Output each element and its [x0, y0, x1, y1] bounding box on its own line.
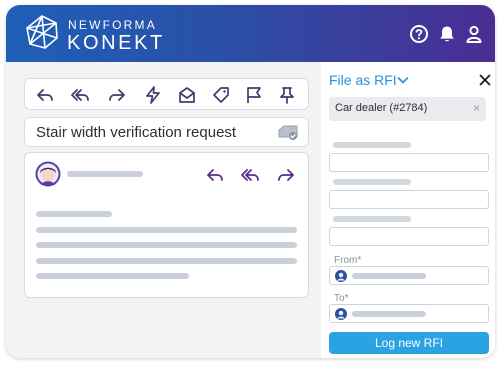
required-marker: * [357, 255, 362, 266]
project-chip-label: Car dealer (#2784) [335, 102, 428, 114]
reply-all-icon[interactable] [240, 166, 260, 184]
close-icon[interactable] [479, 74, 491, 86]
log-new-rfi-button[interactable]: Log new RFI [329, 332, 489, 354]
newforma-logo-icon [26, 15, 58, 49]
from-label-text: From [334, 255, 358, 266]
from-field[interactable] [329, 266, 489, 285]
body-text-placeholder [36, 227, 297, 233]
to-label: To* [334, 293, 348, 304]
tag-icon[interactable] [211, 85, 231, 105]
file-as-rfi-panel: File as RFI Car dealer (#2784) × From* T… [321, 62, 495, 358]
field-label-placeholder [333, 179, 411, 185]
mail-subject-bar: Stair width verification request [24, 117, 309, 147]
forward-icon[interactable] [107, 85, 127, 105]
quick-action-icon[interactable] [143, 85, 163, 105]
reply-icon[interactable] [35, 85, 55, 105]
from-label: From* [334, 255, 361, 266]
remove-project-icon[interactable]: × [473, 101, 480, 115]
sender-name-placeholder [67, 171, 143, 177]
project-chip: Car dealer (#2784) × [329, 97, 486, 121]
brand-name-bottom: KONEKT [67, 32, 165, 54]
chevron-down-icon[interactable] [397, 75, 409, 85]
body-text-placeholder [36, 211, 112, 217]
to-avatar [335, 308, 347, 320]
app-header: NEWFORMA KONEKT [6, 5, 495, 62]
field-label-placeholder [333, 142, 411, 148]
open-envelope-icon[interactable] [177, 85, 197, 105]
rfi-panel-title[interactable]: File as RFI [329, 72, 397, 88]
from-value-placeholder [352, 273, 426, 279]
sender-avatar [35, 161, 61, 187]
brand-name-top: NEWFORMA [68, 18, 157, 32]
body-text-placeholder [36, 273, 189, 279]
mail-subject: Stair width verification request [36, 124, 237, 141]
from-avatar [335, 270, 347, 282]
bell-icon[interactable] [437, 24, 457, 44]
help-icon[interactable] [409, 24, 429, 44]
app-window: NEWFORMA KONEKT Stair width verification… [6, 5, 495, 358]
forward-icon[interactable] [276, 166, 296, 184]
required-marker: * [344, 293, 349, 304]
to-label-text: To [334, 293, 345, 304]
to-value-placeholder [352, 311, 426, 317]
mail-toolbar [24, 78, 309, 110]
user-icon[interactable] [464, 24, 484, 44]
to-field[interactable] [329, 304, 489, 323]
body-text-placeholder [36, 242, 297, 248]
reply-icon[interactable] [205, 166, 225, 184]
pin-icon[interactable] [277, 85, 297, 105]
body-text-placeholder [36, 258, 297, 264]
rfi-field-input[interactable] [329, 190, 489, 209]
mail-message [24, 152, 309, 298]
rfi-field-input[interactable] [329, 153, 489, 172]
rfi-field-input[interactable] [329, 227, 489, 246]
flag-icon[interactable] [244, 85, 264, 105]
field-label-placeholder [333, 216, 411, 222]
reply-all-icon[interactable] [70, 85, 90, 105]
filed-envelope-icon[interactable] [277, 124, 299, 142]
